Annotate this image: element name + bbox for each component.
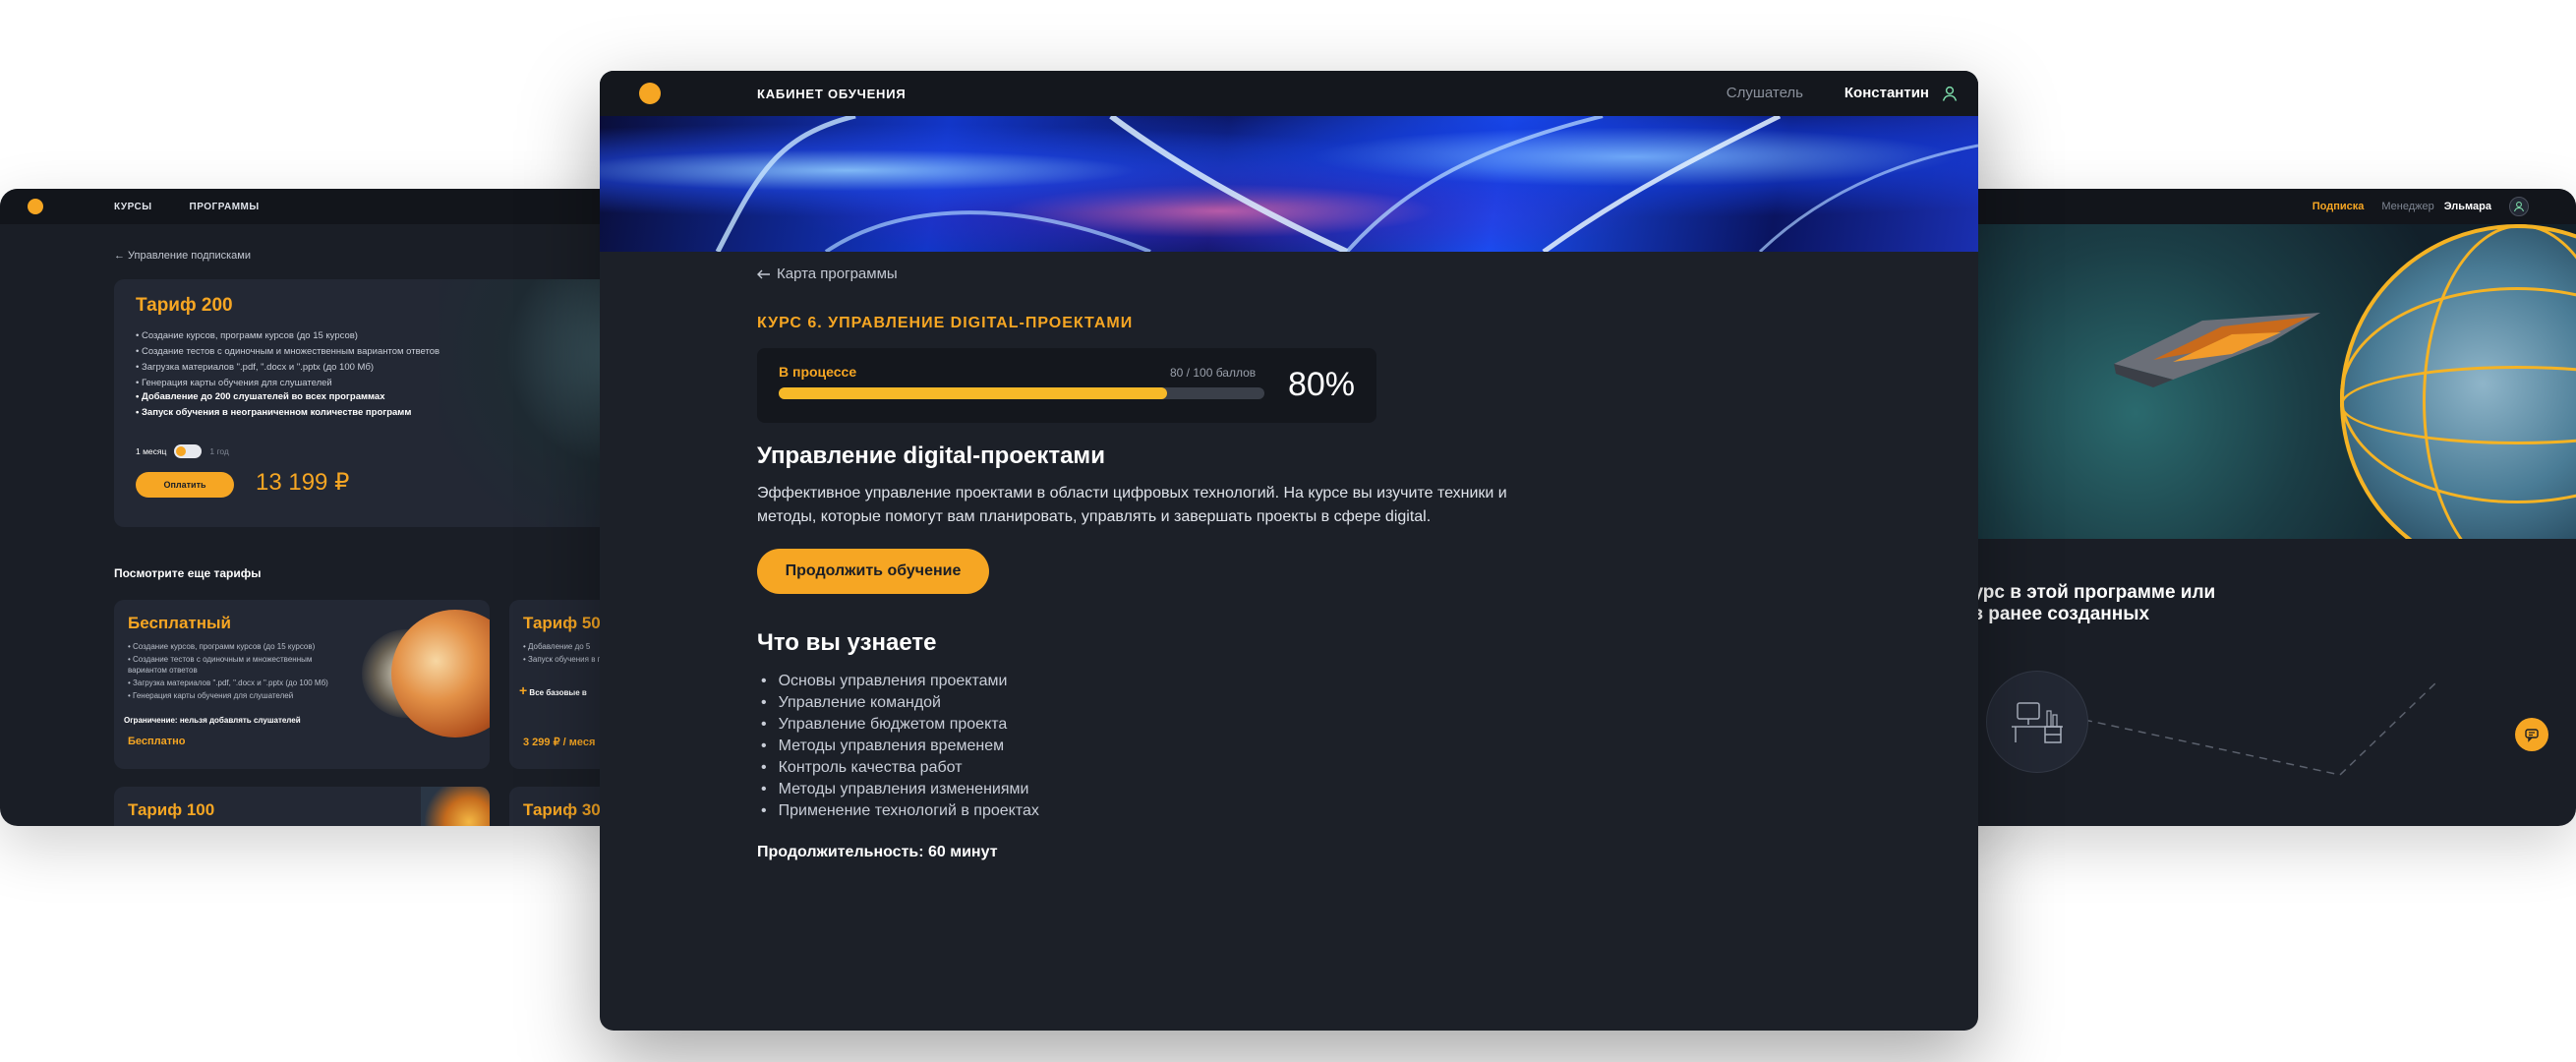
plan-card-extra: + Все базовые в	[519, 682, 587, 698]
back-link-label: Карта программы	[777, 266, 898, 282]
learn-item-text: Применение технологий в проектах	[778, 802, 1039, 819]
learn-item: • Основы управления проектами	[761, 673, 1008, 689]
period-month-label: 1 месяц	[136, 446, 167, 456]
course-label: КУРС 6. УПРАВЛЕНИЕ DIGITAL-ПРОЕКТАМИ	[757, 315, 1134, 331]
showcase-stage: КУРСЫ ПРОГРАММЫ ← Управление подписками …	[0, 0, 2576, 1062]
main-nav: КУРСЫ ПРОГРАММЫ	[114, 202, 260, 212]
topbar: КУРСЫ ПРОГРАММЫ	[0, 189, 629, 224]
plan-card-title: Тариф 50	[523, 614, 601, 632]
learn-list: • Основы управления проектами • Управление…	[761, 671, 1039, 822]
desk-illustration	[1986, 671, 2088, 773]
plan-feature: Создание тестов с одиночным и множествен…	[136, 344, 439, 360]
period-year-label: 1 год	[209, 446, 229, 456]
progress-card: В процессе 80 / 100 баллов 80%	[757, 348, 1376, 423]
progress-fill	[779, 387, 1168, 399]
plan-features-bold: Добавление до 200 слушателей во всех про…	[136, 389, 411, 421]
plan-card-feature: Создание тестов с одиночным и множествен…	[128, 654, 334, 676]
learn-item-text: Методы управления изменениями	[778, 781, 1029, 797]
page-title: КАБИНЕТ ОБУЧЕНИЯ	[757, 87, 907, 101]
plan-card-price: Бесплатно	[128, 736, 186, 747]
learn-item: • Применение технологий в проектах	[761, 802, 1039, 819]
progress-track	[779, 387, 1264, 399]
plan-card-extra-text: Все базовые в	[529, 688, 587, 697]
topbar: КАБИНЕТ ОБУЧЕНИЯ Слушатель Константин	[600, 71, 1978, 116]
learn-item: • Методы управления временем	[761, 738, 1005, 754]
plan-features: Создание курсов, программ курсов (до 15 …	[136, 328, 439, 391]
progress-score: 80 / 100 баллов	[1170, 366, 1257, 380]
role-switch[interactable]: Слушатель	[1727, 85, 1803, 101]
plan-card-limit: Ограничение: нельзя добавлять слушателей	[124, 716, 301, 725]
plan-card-feature: Загрузка материалов ".pdf, ".docx и ".pp…	[128, 678, 334, 688]
period-toggle-row: 1 месяц 1 год	[136, 444, 229, 458]
plan-card-title: Тариф 30	[523, 800, 601, 819]
arrow-left-icon	[757, 269, 770, 278]
course-title: Управление digital-проектами	[757, 442, 1105, 469]
plan-card-feature: Создание курсов, программ курсов (до 15 …	[128, 641, 334, 652]
plan-card-price: 3 299 ₽ / меся	[523, 737, 596, 748]
desk-icon	[2012, 702, 2063, 743]
learn-item-text: Основы управления проектами	[778, 673, 1008, 689]
back-link[interactable]: ← Управление подписками	[114, 250, 251, 262]
progress-percent: 80%	[1287, 366, 1355, 403]
learn-item: • Управление командой	[761, 694, 941, 711]
logo-icon[interactable]	[639, 83, 661, 104]
learn-item-text: Управление командой	[778, 694, 941, 711]
more-plans-title: Посмотрите еще тарифы	[114, 566, 262, 580]
learn-item-text: Методы управления временем	[778, 738, 1005, 754]
user-name[interactable]: Константин	[1844, 85, 1929, 101]
plan-price: 13 199 ₽	[256, 469, 350, 496]
course-description: Эффективное управление проектами в облас…	[757, 485, 1507, 525]
plus-icon: +	[519, 682, 528, 698]
plan-card-100[interactable]: Тариф 100	[114, 787, 490, 826]
nav-item-programs[interactable]: ПРОГРАММЫ	[190, 202, 260, 212]
planet-image	[421, 787, 490, 826]
period-toggle[interactable]	[174, 444, 203, 458]
plan-feature-bold: Добавление до 200 слушателей во всех про…	[136, 389, 411, 405]
learning-cabinet-window: КАБИНЕТ ОБУЧЕНИЯ Слушатель Константин Ка…	[600, 71, 1978, 1031]
user-icon[interactable]	[1939, 83, 1961, 104]
plan-card-features: Создание курсов, программ курсов (до 15 …	[128, 641, 334, 703]
chat-button[interactable]	[2515, 718, 2548, 751]
learn-item: • Контроль качества работ	[761, 759, 963, 776]
plan-card-title: Тариф 100	[128, 800, 215, 819]
continue-learning-button[interactable]: Продолжить обучение	[757, 549, 989, 594]
plan-feature-bold: Запуск обучения в неограниченном количес…	[136, 405, 411, 421]
learn-heading: Что вы узнаете	[757, 629, 937, 656]
nav-item-courses[interactable]: КУРСЫ	[114, 202, 152, 212]
plan-feature: Загрузка материалов ".pdf, ".docx и ".pp…	[136, 360, 439, 376]
learn-item: • Методы управления изменениями	[761, 781, 1029, 797]
plan-card-free[interactable]: Бесплатный Создание курсов, программ кур…	[114, 600, 490, 769]
course-banner	[600, 116, 1978, 252]
plan-title: Тариф 200	[136, 295, 233, 316]
back-link[interactable]: Карта программы	[757, 266, 898, 282]
learn-item: • Управление бюджетом проекта	[761, 716, 1008, 733]
subscription-window: КУРСЫ ПРОГРАММЫ ← Управление подписками …	[0, 189, 629, 826]
plan-card-feature: Генерация карты обучения для слушателей	[128, 690, 334, 701]
logo-icon[interactable]	[28, 199, 43, 214]
pay-button[interactable]: Оплатить	[136, 472, 234, 498]
plan-feature: Создание курсов, программ курсов (до 15 …	[136, 328, 439, 344]
manager-window: Подписка Менеджер Эльмара й курс в этой …	[1947, 189, 2576, 826]
plan-card-title: Бесплатный	[128, 614, 231, 632]
progress-status: В процессе	[779, 364, 857, 380]
learn-item-text: Управление бюджетом проекта	[778, 716, 1008, 733]
learn-item-text: Контроль качества работ	[778, 759, 963, 776]
chat-icon	[2525, 729, 2539, 742]
current-plan-card: Тариф 200 Создание курсов, программ курс…	[114, 279, 629, 527]
course-duration: Продолжительность: 60 минут	[757, 844, 998, 860]
